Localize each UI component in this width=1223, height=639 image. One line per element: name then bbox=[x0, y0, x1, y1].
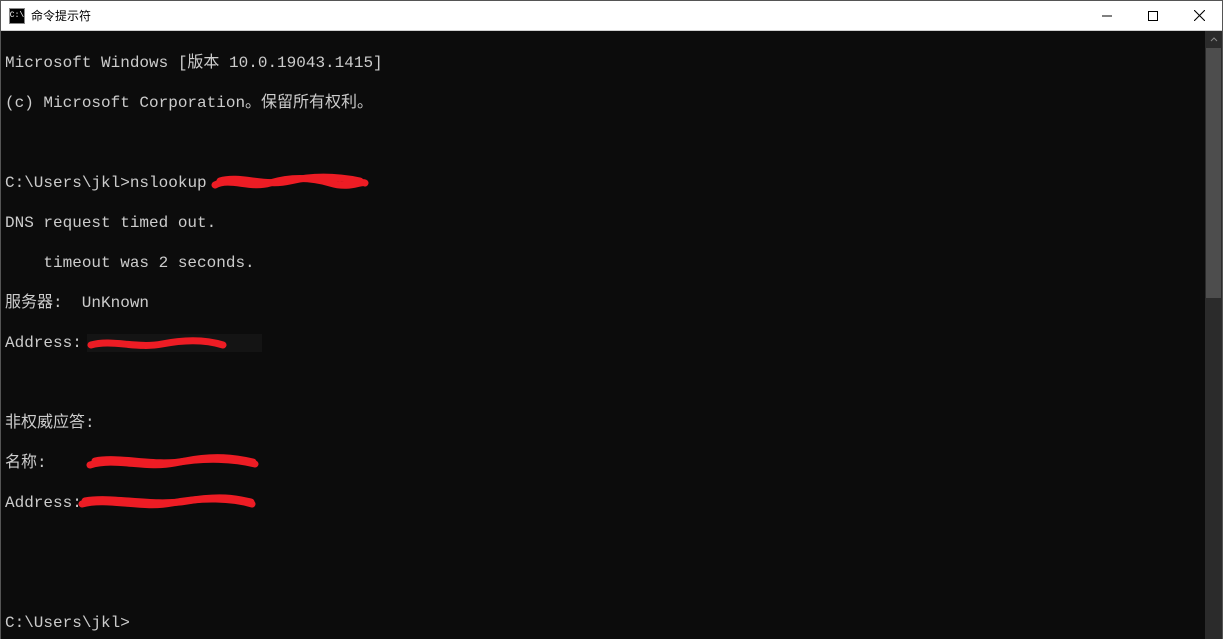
blank-line bbox=[5, 533, 1205, 553]
minimize-icon bbox=[1102, 11, 1112, 21]
window-title: 命令提示符 bbox=[31, 7, 91, 24]
output-line: 名称: bbox=[5, 453, 1205, 473]
chevron-up-icon bbox=[1210, 36, 1218, 44]
blank-line bbox=[5, 373, 1205, 393]
titlebar[interactable]: C:\ 命令提示符 bbox=[1, 1, 1222, 31]
cmd-icon: C:\ bbox=[9, 8, 25, 24]
command-text: nslookup bbox=[130, 174, 207, 192]
console-output[interactable]: Microsoft Windows [版本 10.0.19043.1415] (… bbox=[1, 31, 1205, 639]
dark-rect bbox=[87, 334, 262, 352]
minimize-button[interactable] bbox=[1084, 1, 1130, 31]
address-label: Address: bbox=[5, 334, 82, 352]
name-label: 名称: bbox=[5, 454, 47, 472]
blank-line bbox=[5, 133, 1205, 153]
console-area: Microsoft Windows [版本 10.0.19043.1415] (… bbox=[1, 31, 1222, 639]
address-label: Address: bbox=[5, 494, 82, 512]
output-line: timeout was 2 seconds. bbox=[5, 253, 1205, 273]
redaction-scribble bbox=[77, 493, 257, 513]
maximize-icon bbox=[1148, 11, 1158, 21]
prompt-path: C:\Users\jkl> bbox=[5, 174, 130, 192]
blank-line bbox=[5, 573, 1205, 593]
output-line: 非权威应答: bbox=[5, 413, 1205, 433]
close-icon bbox=[1194, 10, 1205, 21]
window-frame: C:\ 命令提示符 Microsoft Windows [版本 10.0.190… bbox=[0, 0, 1223, 639]
redaction-scribble bbox=[85, 453, 260, 473]
vertical-scrollbar[interactable] bbox=[1205, 31, 1222, 639]
prompt-line: C:\Users\jkl>nslookup bbox=[5, 173, 1205, 193]
output-line: DNS request timed out. bbox=[5, 213, 1205, 233]
prompt-line[interactable]: C:\Users\jkl> bbox=[5, 613, 1205, 633]
close-button[interactable] bbox=[1176, 1, 1222, 31]
output-line: Address: bbox=[5, 333, 1205, 353]
banner-line: (c) Microsoft Corporation。保留所有权利。 bbox=[5, 93, 1205, 113]
scroll-thumb[interactable] bbox=[1206, 48, 1221, 298]
prompt-path: C:\Users\jkl> bbox=[5, 614, 130, 632]
output-line: Address: bbox=[5, 493, 1205, 513]
scroll-up-button[interactable] bbox=[1205, 31, 1222, 48]
maximize-button[interactable] bbox=[1130, 1, 1176, 31]
output-line: 服务器: UnKnown bbox=[5, 293, 1205, 313]
redaction-scribble bbox=[210, 171, 370, 195]
banner-line: Microsoft Windows [版本 10.0.19043.1415] bbox=[5, 53, 1205, 73]
